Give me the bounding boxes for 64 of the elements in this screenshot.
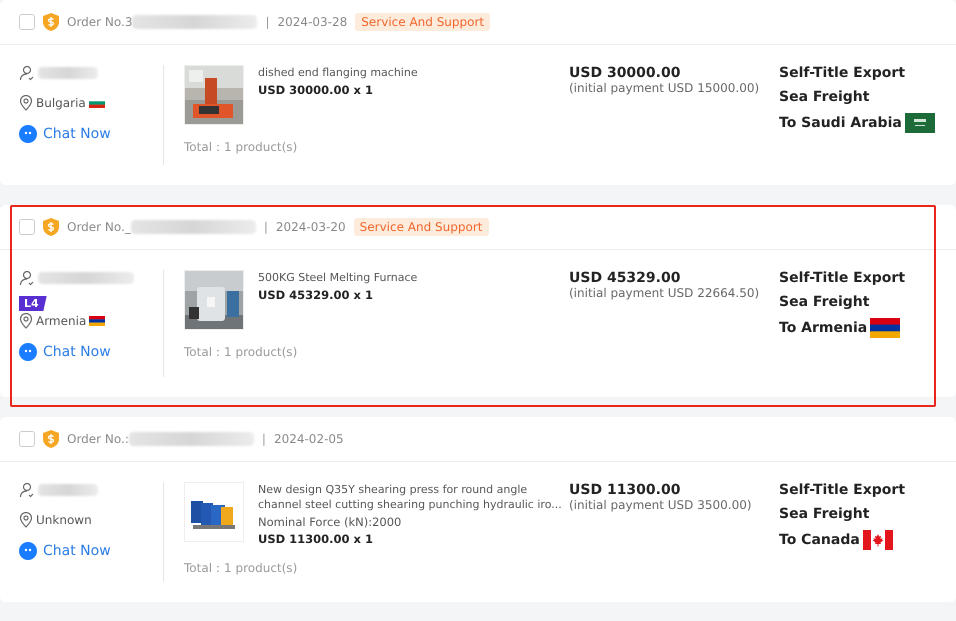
shipping-method: Self-Title Export [779,65,906,81]
flag-icon [89,316,106,326]
order-date: 2024-03-28 [278,15,348,29]
product-name[interactable]: 500KG Steel Melting Furnace [258,270,569,285]
initial-payment: (initial payment USD 3500.00) [569,498,753,512]
separator: | [264,220,268,234]
shipping-method: Sea Freight [779,506,870,522]
destination: To Armenia [779,320,868,336]
destination: To Canada [779,532,860,548]
product-name[interactable]: New design Q35Y shearing press for round angle channel steel cutting shearing punching hydraulic iro... [258,482,569,512]
destination: To Saudi Arabia [779,115,902,131]
initial-payment: (initial payment USD 15000.00) [569,81,760,95]
chat-now-link[interactable]: Chat Now [19,343,111,361]
shield-dollar-icon [43,218,59,236]
chat-now-link[interactable]: Chat Now [19,542,111,560]
order-amount: USD 30000.00 [569,65,682,81]
redacted-name [38,67,98,79]
initial-payment: (initial payment USD 22664.50) [569,286,760,300]
buyer-country: Armenia [36,314,86,328]
product-total: Total：1 product(s) [184,139,298,156]
flag-icon [862,530,893,550]
checkbox[interactable] [19,431,35,447]
buyer-country: Unknown [36,513,92,527]
product-total: Total：1 product(s) [184,560,298,577]
product-name[interactable]: dished end flanging machine [258,65,569,80]
chat-bot-icon [19,343,37,361]
shipping-method: Self-Title Export [779,482,906,498]
shield-dollar-icon [43,13,59,31]
user-icon [19,270,35,286]
order-number: Order No._ [67,220,131,234]
order-amount: USD 45329.00 [569,270,682,286]
separator: | [265,15,270,29]
shield-dollar-icon [43,430,59,448]
checkbox[interactable] [19,219,35,235]
service-tag: Service And Support [354,218,488,236]
order-number: Order No.3 [67,15,132,29]
chat-now-link[interactable]: Chat Now [19,125,111,143]
location-pin-icon [19,313,33,329]
shipping-method: Self-Title Export [779,270,906,286]
order-date: 2024-03-20 [276,220,346,234]
shipping-method: Sea Freight [779,89,870,105]
unit-price: USD 45329.00 x 1 [258,288,374,302]
product-total: Total：1 product(s) [184,344,298,361]
checkbox[interactable] [19,14,35,30]
user-icon [19,482,35,498]
flag-icon [904,113,935,133]
buyer-country: Bulgaria [36,96,86,110]
redacted-name [38,484,98,496]
chat-bot-icon [19,542,37,560]
order-date: 2024-02-05 [274,432,344,446]
unit-price: USD 30000.00 x 1 [258,83,374,97]
chat-bot-icon [19,125,37,143]
level-badge: L4 [19,296,47,311]
service-tag: Service And Support [355,13,490,31]
location-pin-icon [19,95,33,111]
user-icon [19,65,35,81]
flag-icon [870,318,900,338]
order-number: Order No.: [67,432,129,446]
unit-price: USD 11300.00 x 1 [258,532,374,546]
order-amount: USD 11300.00 [569,482,682,498]
product-spec: Nominal Force (kN):2000 [258,515,402,529]
shipping-method: Sea Freight [779,294,870,310]
separator: | [262,432,266,446]
location-pin-icon [19,512,33,528]
